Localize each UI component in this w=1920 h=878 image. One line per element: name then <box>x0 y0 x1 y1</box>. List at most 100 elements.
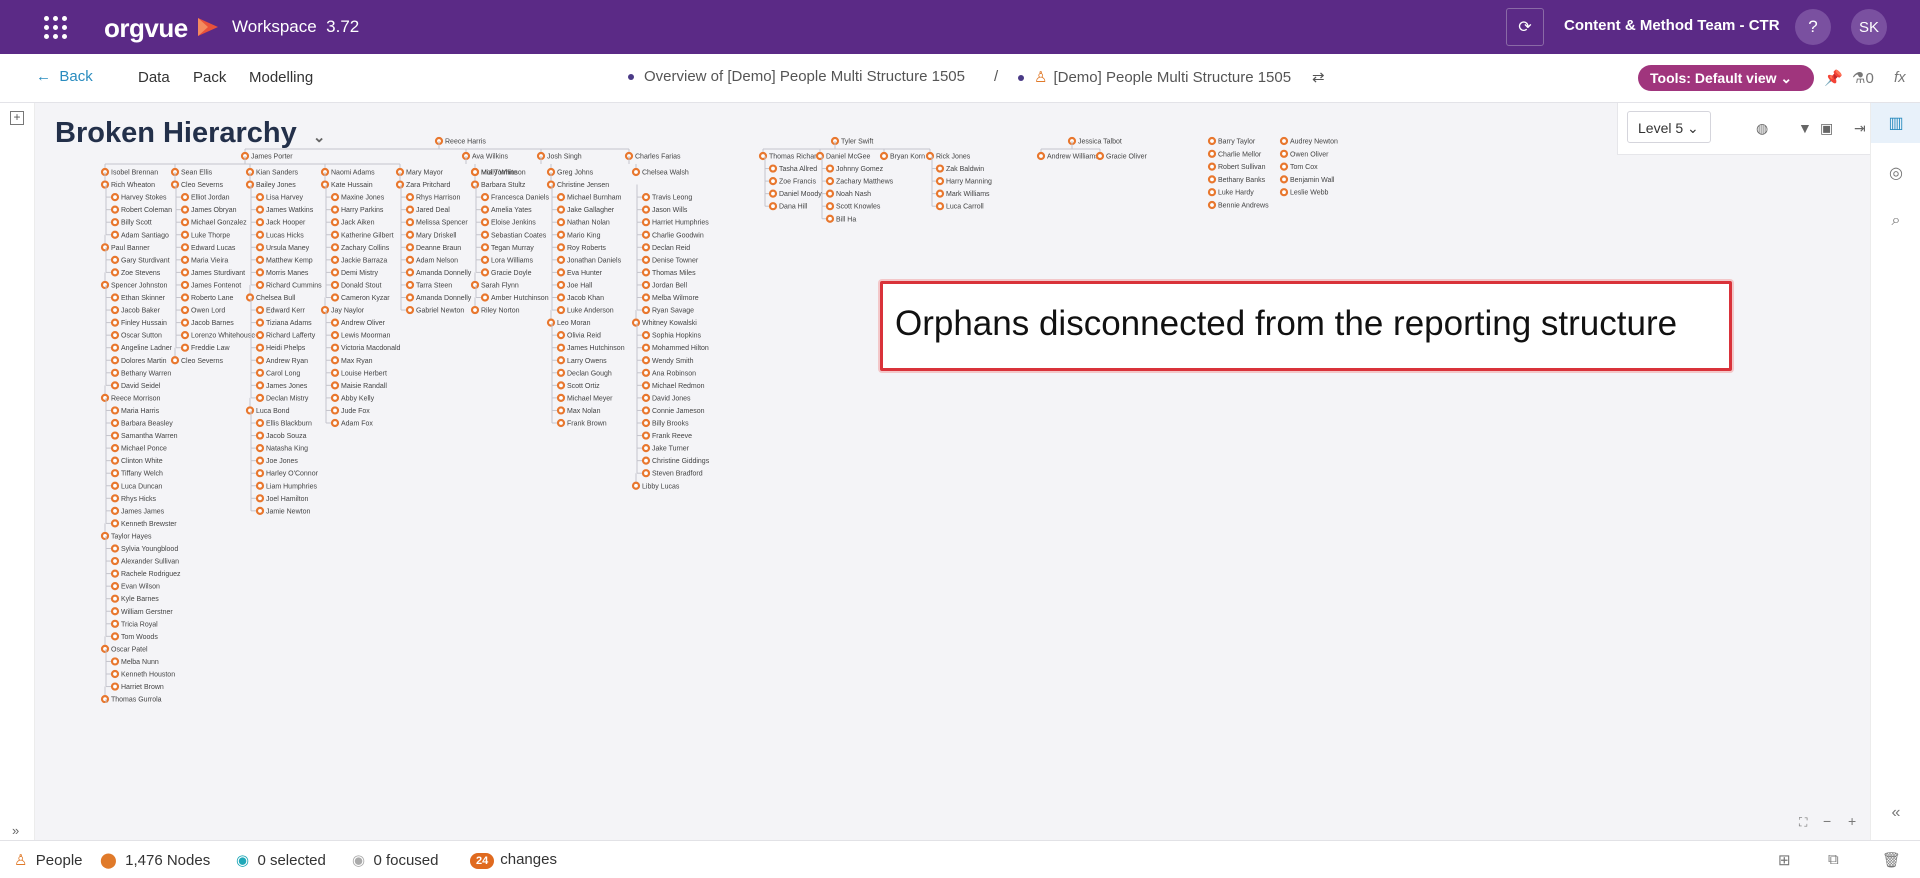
tree-node-label[interactable]: Tricia Royal <box>121 621 158 628</box>
tree-node-label[interactable]: Harriet Humphries <box>652 220 709 227</box>
tree-node-label[interactable]: Rick Jones <box>936 154 971 161</box>
tree-node-label[interactable]: Owen Lord <box>191 308 225 315</box>
tree-node-icon[interactable] <box>556 393 566 402</box>
tree-node-label[interactable]: Zak Baldwin <box>946 166 984 173</box>
tree-node-label[interactable]: James Fontenot <box>191 282 241 289</box>
tree-node-label[interactable]: Jacob Baker <box>121 308 161 315</box>
tree-node-label[interactable]: Liam Humphries <box>266 483 317 490</box>
tree-node-icon[interactable] <box>641 343 651 352</box>
tree-node-label[interactable]: Sophia Hopkins <box>652 333 702 340</box>
tree-node-label[interactable]: Denise Towner <box>652 257 699 264</box>
tree-node-icon[interactable] <box>180 205 190 214</box>
tree-node-label[interactable]: Roberto Lane <box>191 295 234 302</box>
tree-node-label[interactable]: Amber Hutchinson <box>491 295 549 302</box>
tree-node-label[interactable]: Edward Kerr <box>266 308 306 315</box>
tree-node-label[interactable]: Carol Long <box>266 370 300 377</box>
formula-icon[interactable]: fx <box>1894 69 1906 86</box>
tree-node-icon[interactable] <box>1279 175 1289 184</box>
tree-node-icon[interactable] <box>110 632 120 641</box>
tree-node-icon[interactable] <box>935 202 945 211</box>
tree-node-label[interactable]: Tiffany Welch <box>121 471 163 478</box>
tree-node-icon[interactable] <box>110 192 120 202</box>
tree-node-label[interactable]: Elliot Jordan <box>191 195 230 202</box>
tree-node-icon[interactable] <box>641 418 651 428</box>
tree-node-label[interactable]: Johnny Gomez <box>836 166 884 173</box>
tree-node-label[interactable]: Jonathan Daniels <box>567 257 622 264</box>
search-icon[interactable]: ⌕ <box>1871 201 1920 241</box>
tree-node-label[interactable]: Andrew Ryan <box>266 358 308 365</box>
tree-node-icon[interactable] <box>405 192 415 202</box>
tree-node-label[interactable]: Ethan Skinner <box>121 295 166 302</box>
tree-node-label[interactable]: Declan Reid <box>652 245 690 252</box>
tree-node-label[interactable]: Heidi Phelps <box>266 345 306 352</box>
tree-node-icon[interactable] <box>330 205 340 214</box>
tree-node-icon[interactable] <box>641 368 651 377</box>
tree-node-label[interactable]: Paul Banner <box>111 245 150 252</box>
tree-node-icon[interactable] <box>556 331 566 340</box>
trash-icon[interactable]: 🗑 <box>1882 851 1901 869</box>
tree-node-label[interactable]: Bethany Warren <box>121 370 171 377</box>
collapse-panel-icon[interactable]: « <box>1871 793 1920 833</box>
tree-node-label[interactable]: Scott Ortiz <box>567 383 600 390</box>
tree-node-label[interactable]: Tiziana Adams <box>266 320 312 327</box>
tree-node-icon[interactable] <box>330 268 340 277</box>
tree-node-label[interactable]: Wendy Smith <box>652 358 694 365</box>
tree-node-icon[interactable] <box>100 180 110 189</box>
tree-node-icon[interactable] <box>1279 188 1289 197</box>
tree-node-label[interactable]: Christine Jensen <box>557 182 609 189</box>
tree-node-label[interactable]: Richard Cummins <box>266 282 322 289</box>
tree-node-icon[interactable] <box>556 230 566 239</box>
tree-node-label[interactable]: Amanda Donnelly <box>416 295 472 302</box>
tree-node-label[interactable]: Scott Knowles <box>836 204 881 211</box>
tree-node-label[interactable]: Greg Johns <box>557 170 594 177</box>
tree-node-label[interactable]: Luke Thorpe <box>191 232 230 239</box>
tree-node-icon[interactable] <box>825 164 835 173</box>
tree-node-icon[interactable] <box>556 406 566 415</box>
tree-node-label[interactable]: Jacob Souza <box>266 433 307 440</box>
tree-node-icon[interactable] <box>255 331 265 340</box>
tree-node-icon[interactable] <box>255 318 265 327</box>
tree-node-icon[interactable] <box>935 176 945 186</box>
tree-node-icon[interactable] <box>556 356 566 365</box>
tree-node-icon[interactable] <box>556 205 566 214</box>
tree-node-label[interactable]: Richard Lafferty <box>266 333 316 340</box>
tree-node-label[interactable]: Luca Bond <box>256 408 290 415</box>
tree-node-label[interactable]: Tom Cox <box>1290 164 1318 171</box>
tree-node-icon[interactable] <box>330 230 340 239</box>
tree-node-label[interactable]: Cleo Severns <box>181 358 224 365</box>
tree-node-label[interactable]: Sylvia Youngblood <box>121 546 178 553</box>
tree-node-icon[interactable] <box>330 255 340 264</box>
tree-node-icon[interactable] <box>641 230 651 239</box>
tree-node-icon[interactable] <box>641 469 651 478</box>
tree-node-label[interactable]: Chelsea Bull <box>256 295 296 302</box>
tree-node-icon[interactable] <box>480 243 490 252</box>
export-icon[interactable]: ⇥ <box>1854 120 1866 137</box>
tree-node-label[interactable]: Harriet Brown <box>121 684 164 691</box>
tree-node-icon[interactable] <box>100 531 110 541</box>
tree-node-label[interactable]: Harry Manning <box>946 179 992 186</box>
tree-node-label[interactable]: Zoe Francis <box>779 179 816 186</box>
tree-node-icon[interactable] <box>255 218 265 227</box>
tree-node-icon[interactable] <box>556 268 566 277</box>
breadcrumb-dataset[interactable]: ♙ [Demo] People Multi Structure 1505 <box>1018 68 1291 86</box>
tree-node-icon[interactable] <box>768 176 778 186</box>
tree-node-icon[interactable] <box>556 368 566 377</box>
tree-node-label[interactable]: Josh Singh <box>547 154 582 161</box>
tree-node-label[interactable]: Tegan Murray <box>491 245 534 252</box>
tree-node-icon[interactable] <box>110 519 120 528</box>
tree-node-icon[interactable] <box>180 255 190 264</box>
tree-node-icon[interactable] <box>110 544 120 553</box>
tree-node-icon[interactable] <box>110 230 120 239</box>
tree-node-icon[interactable] <box>556 381 566 390</box>
tree-node-label[interactable]: Riley Norton <box>481 308 520 315</box>
zoom-out-icon[interactable]: − <box>1823 813 1831 829</box>
zoom-in-icon[interactable]: + <box>1848 813 1856 829</box>
tree-node-icon[interactable] <box>110 268 120 277</box>
tree-node-label[interactable]: Kyle Barnes <box>121 596 159 603</box>
tree-node-icon[interactable] <box>825 214 835 223</box>
changes-indicator[interactable]: 24 changes <box>470 851 557 869</box>
tree-node-icon[interactable] <box>556 418 566 428</box>
tree-node-icon[interactable] <box>935 164 945 173</box>
tree-node-icon[interactable] <box>255 393 265 402</box>
tree-node-label[interactable]: Zara Pritchard <box>406 182 450 189</box>
